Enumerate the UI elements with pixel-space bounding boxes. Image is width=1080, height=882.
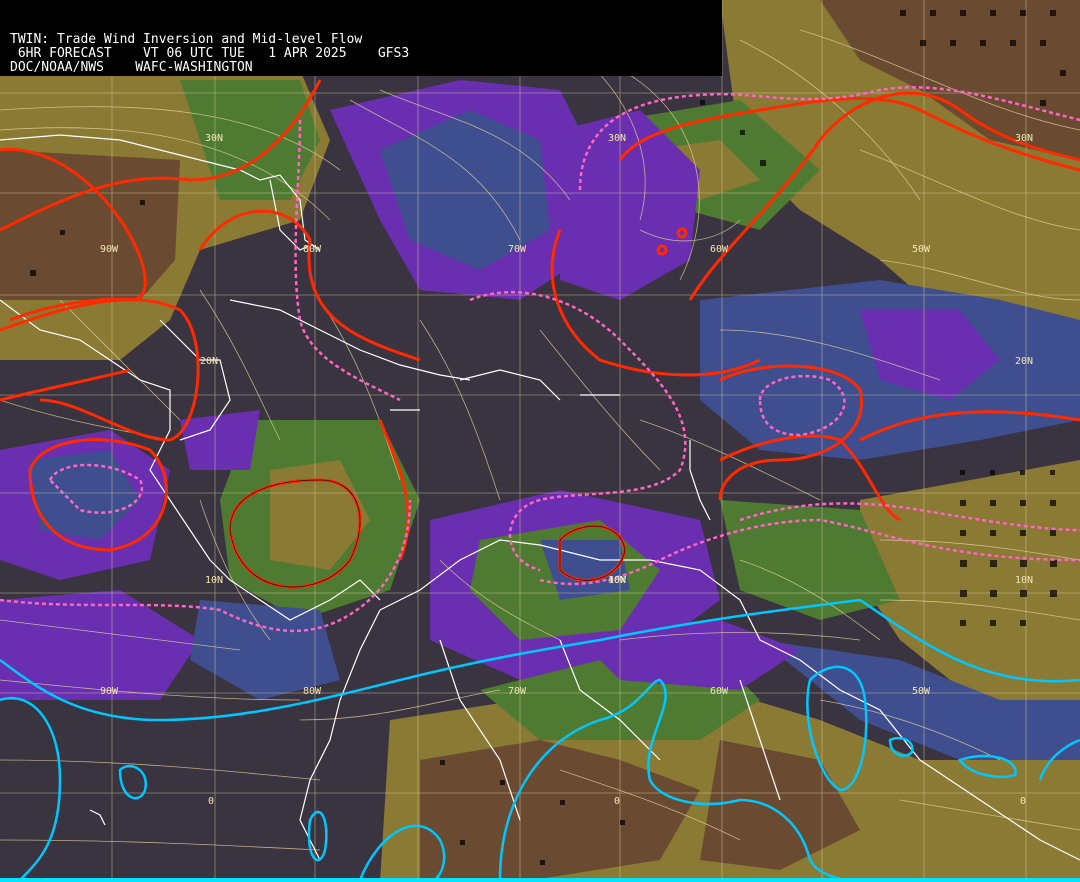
label-lon90-bottom: 90W	[100, 686, 119, 697]
label-lat30-left: 30N	[205, 133, 223, 144]
label-lat0-mid: 0	[614, 796, 620, 807]
label-lon70-top: 70W	[508, 244, 527, 255]
label-lat20-right: 20N	[1015, 356, 1033, 367]
label-lon60-top: 60W	[710, 244, 729, 255]
label-lat0-left: 0	[208, 796, 214, 807]
header-title: TWIN: Trade Wind Inversion and Mid-level…	[10, 32, 363, 47]
header-agency-line: DOC/NOAA/NWS WAFC-WASHINGTON	[10, 60, 253, 75]
label-lon70-bottom: 70W	[508, 686, 527, 697]
label-lat10-left: 10N	[205, 575, 223, 586]
label-lat30-mid: 30N	[608, 133, 626, 144]
bottom-edge-bar	[0, 878, 1080, 882]
label-lon50-bottom: 50W	[912, 686, 931, 697]
header-forecast-line: 6HR FORECAST VT 06 UTC TUE 1 APR 2025 GF…	[10, 46, 410, 61]
label-lon50-top: 50W	[912, 244, 931, 255]
label-lon90-top: 90W	[100, 244, 119, 255]
weather-map: 30N 30N 30N 20N 20N 10N 10N 10N 0 0 0 90…	[0, 0, 1080, 882]
label-lat0-right: 0	[1020, 796, 1026, 807]
label-lat30-right: 30N	[1015, 133, 1033, 144]
label-lon80-top: 80W	[303, 244, 322, 255]
label-lon80-bottom: 80W	[303, 686, 322, 697]
label-lat20-left: 20N	[200, 356, 218, 367]
label-lon60-bottom: 60W	[710, 686, 729, 697]
label-lat10-right: 10N	[1015, 575, 1033, 586]
map-header: TWIN: Trade Wind Inversion and Mid-level…	[0, 0, 722, 76]
label-lon40-mid: 40W	[608, 575, 627, 586]
